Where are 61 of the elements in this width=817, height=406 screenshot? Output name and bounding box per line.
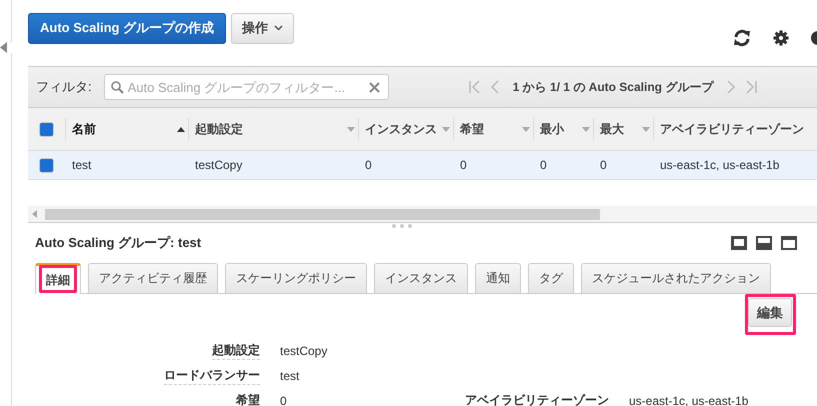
row-checkbox[interactable] <box>39 158 54 172</box>
last-page-icon[interactable] <box>745 80 758 94</box>
table-cell: us-east-1c, us-east-1b <box>660 158 780 172</box>
collapse-arrow-icon[interactable] <box>0 42 8 53</box>
sort-ascending-icon[interactable] <box>177 126 185 132</box>
table-cell: testCopy <box>195 158 242 172</box>
field-label: アベイラビリティーゾーン <box>465 392 609 406</box>
pane-medium-icon[interactable] <box>756 236 772 250</box>
field-label: ロードバランサー <box>164 366 260 384</box>
table-row[interactable]: test testCopy 0 0 0 0 us-east-1c, us-east-1b <box>28 151 817 180</box>
tab[interactable]: インスタンス <box>374 263 468 293</box>
settings-icon[interactable] <box>773 30 789 46</box>
column-header[interactable]: 最小 <box>540 120 582 138</box>
table-cell: 0 <box>540 158 547 172</box>
filter-label: フィルタ: <box>36 78 92 96</box>
scrollbar-thumb[interactable] <box>45 208 600 220</box>
edit-button[interactable]: 編集 <box>748 298 792 327</box>
column-header[interactable]: 名前 <box>72 120 177 138</box>
column-header[interactable]: アベイラビリティーゾーン <box>660 120 814 138</box>
actions-button[interactable]: 操作 <box>231 12 294 44</box>
previous-page-icon[interactable] <box>490 80 500 94</box>
pane-large-icon[interactable] <box>781 236 797 250</box>
refresh-icon[interactable] <box>732 28 752 48</box>
sort-icon[interactable] <box>642 126 650 132</box>
next-page-icon[interactable] <box>726 80 736 94</box>
splitter-handle-icon[interactable] <box>391 223 413 229</box>
tab[interactable]: スケジュールされたアクション <box>581 263 771 293</box>
field-value: us-east-1c, us-east-1b <box>629 394 748 406</box>
table-cell: 0 <box>365 158 372 172</box>
create-group-button[interactable]: Auto Scaling グループの作成 <box>28 12 226 44</box>
tab[interactable]: アクティビティ履歴 <box>88 263 218 293</box>
first-page-icon[interactable] <box>468 80 481 94</box>
clear-icon[interactable] <box>368 82 380 92</box>
search-icon <box>110 80 124 94</box>
sort-icon[interactable] <box>442 126 450 132</box>
column-header[interactable]: インスタンス <box>365 120 442 138</box>
select-all-checkbox[interactable] <box>39 122 54 136</box>
field-value: 0 <box>280 394 288 406</box>
tab[interactable]: 通知 <box>475 263 521 293</box>
table-cell: 0 <box>600 158 607 172</box>
field-label: 希望 <box>236 392 260 406</box>
field-label: 起動設定 <box>212 342 260 360</box>
caret-icon <box>274 25 284 31</box>
pane-small-icon[interactable] <box>731 236 747 250</box>
horizontal-scrollbar[interactable] <box>28 206 817 223</box>
sort-icon[interactable] <box>347 126 355 132</box>
sort-icon[interactable] <box>522 126 530 132</box>
pagination-text: 1 から 1/ 1 の Auto Scaling グループ <box>512 78 714 96</box>
column-header[interactable]: 希望 <box>460 120 522 138</box>
field-value: testCopy <box>280 344 328 358</box>
tab[interactable]: スケーリングポリシー <box>225 263 367 293</box>
column-header[interactable]: 最大 <box>600 120 642 138</box>
column-header[interactable]: 起動設定 <box>195 120 347 138</box>
search-field[interactable]: Auto Scaling グループのフィルター... <box>104 74 389 100</box>
details-title: Auto Scaling グループ: test <box>35 234 202 252</box>
table-cell: 0 <box>460 158 467 172</box>
field-value: test <box>280 368 300 382</box>
table-cell: test <box>72 158 92 172</box>
scroll-left-icon[interactable] <box>32 210 37 218</box>
tab[interactable]: タグ <box>528 263 574 293</box>
sort-icon[interactable] <box>582 126 590 132</box>
